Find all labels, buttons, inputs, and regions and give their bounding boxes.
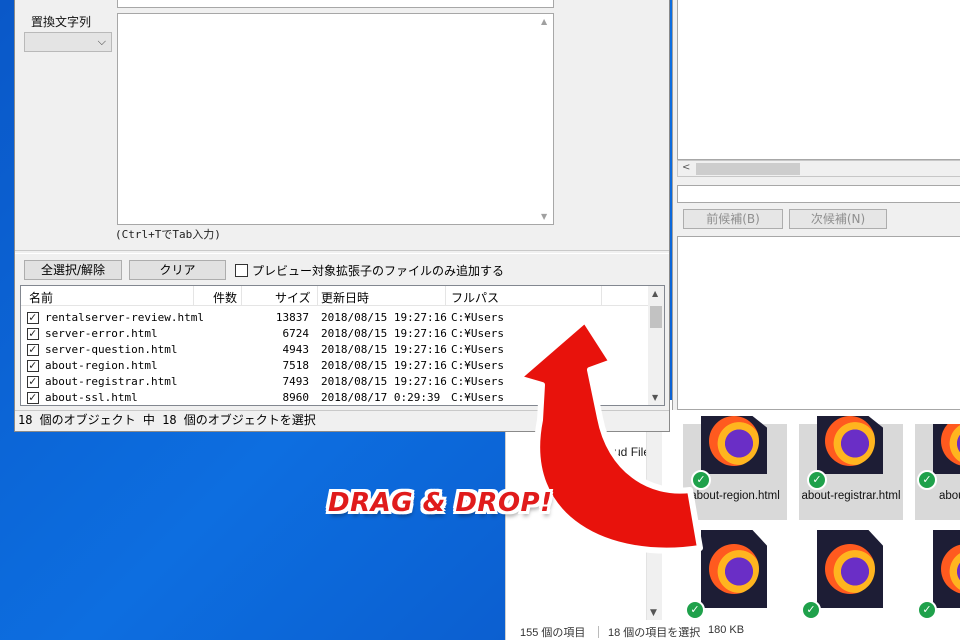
drag-drop-caption: DRAG & DROP! <box>328 488 553 518</box>
drag-arrow-graphic <box>515 317 703 554</box>
